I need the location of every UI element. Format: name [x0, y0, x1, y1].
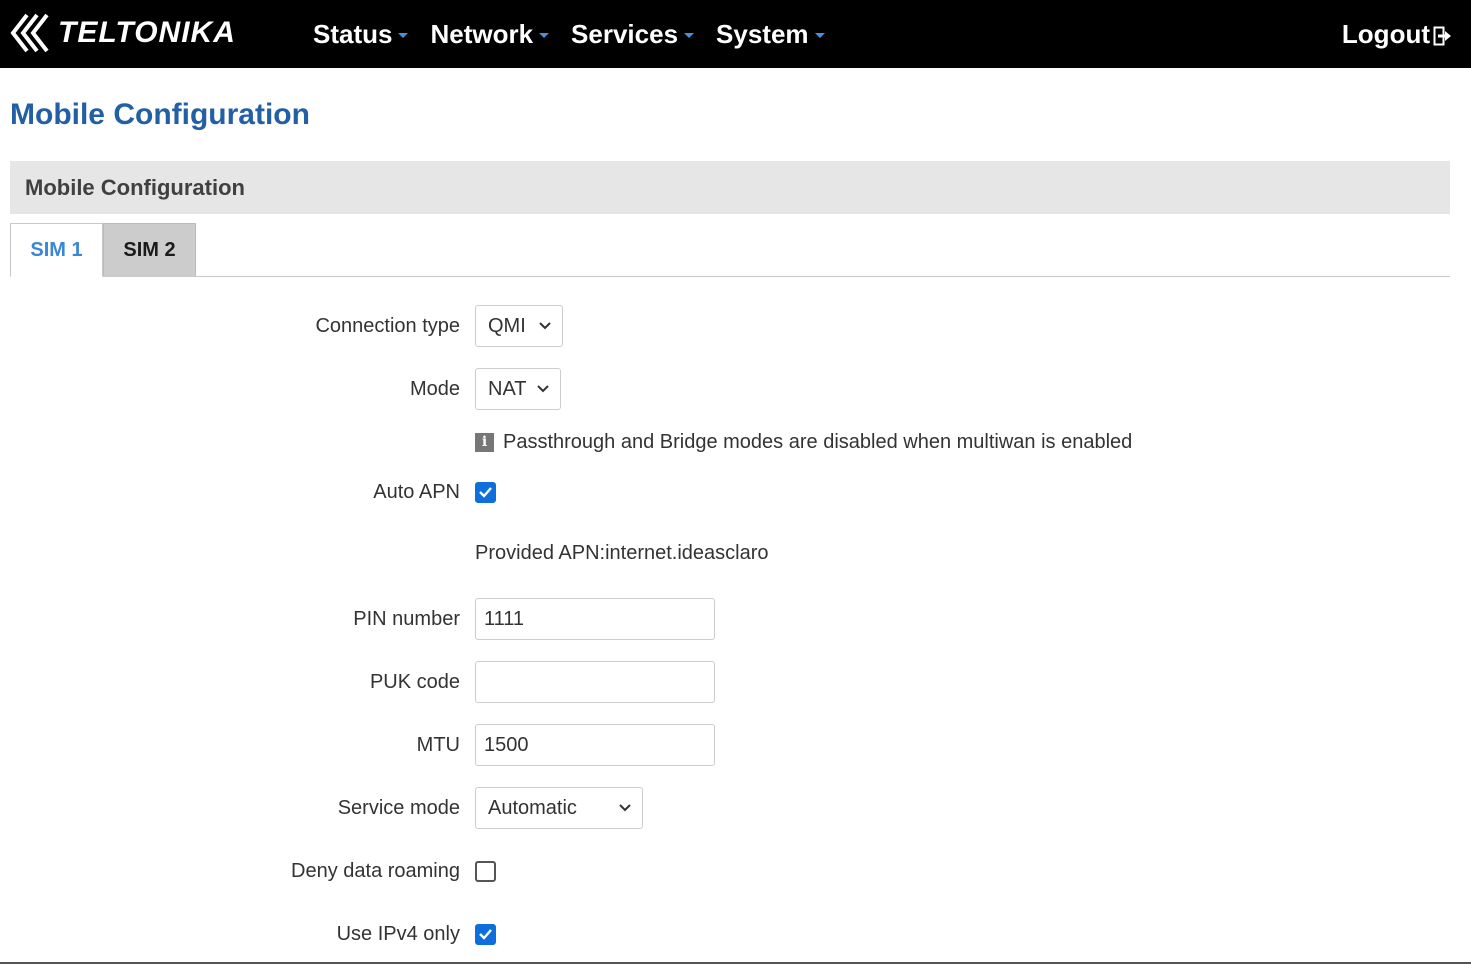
ipv4-only-checkbox[interactable] [475, 923, 496, 945]
mode-row: Mode NAT [0, 368, 1471, 410]
main-nav: Status Network Services System [302, 0, 836, 68]
page-title: Mobile Configuration [10, 98, 310, 131]
mode-select[interactable]: NAT [475, 368, 561, 410]
connection-type-row: Connection type QMI [0, 305, 1471, 347]
nav-system[interactable]: System [716, 19, 825, 50]
mode-label: Mode [409, 377, 460, 400]
tab-sim2[interactable]: SIM 2 [103, 223, 196, 276]
nav-status-label: Status [313, 18, 393, 49]
sim-tabs: SIM 1 SIM 2 [10, 223, 1450, 277]
provided-apn-text: Provided APN:internet.ideasclaro [475, 542, 769, 564]
service-mode-value: Automatic [488, 796, 577, 819]
caret-down-icon [398, 32, 409, 38]
service-mode-label: Service mode [337, 796, 460, 819]
service-mode-row: Service mode Automatic [0, 787, 1471, 829]
mode-value: NAT [488, 377, 527, 400]
connection-type-label: Connection type [315, 314, 460, 337]
nav-network-label: Network [430, 18, 534, 49]
auto-apn-label: Auto APN [373, 480, 460, 503]
brand-logo[interactable]: TELTONIKA [10, 10, 236, 56]
checkmark-icon [479, 487, 492, 498]
mtu-label: MTU [416, 733, 460, 756]
deny-roaming-label: Deny data roaming [291, 859, 460, 882]
nav-system-label: System [716, 18, 809, 49]
tab-sim1[interactable]: SIM 1 [10, 223, 103, 277]
pin-number-label: PIN number [353, 607, 460, 630]
puk-code-input[interactable] [475, 661, 715, 703]
mtu-row: MTU [0, 724, 1471, 766]
ipv4-only-row: Use IPv4 only [0, 913, 1471, 955]
chevron-down-icon [619, 804, 631, 812]
checkmark-icon [479, 929, 492, 940]
connection-type-select[interactable]: QMI [475, 305, 563, 347]
pin-number-row: PIN number [0, 598, 1471, 640]
mtu-input[interactable] [475, 724, 715, 766]
auto-apn-checkbox[interactable] [475, 481, 496, 503]
info-icon: i [475, 432, 494, 452]
connection-type-value: QMI [488, 314, 526, 337]
puk-code-label: PUK code [369, 670, 460, 693]
pin-number-input[interactable] [475, 598, 715, 640]
deny-roaming-checkbox[interactable] [475, 860, 496, 882]
deny-roaming-row: Deny data roaming [0, 850, 1471, 892]
logout-icon [1433, 26, 1451, 46]
nav-services[interactable]: Services [571, 18, 695, 50]
puk-code-row: PUK code [0, 661, 1471, 703]
logout-button[interactable]: Logout [1342, 0, 1451, 68]
caret-down-icon [684, 32, 695, 38]
section-title: Mobile Configuration [25, 174, 245, 200]
chevron-down-icon [539, 322, 551, 330]
ipv4-only-label: Use IPv4 only [336, 922, 460, 945]
brand-name: TELTONIKA [58, 16, 236, 49]
service-mode-select[interactable]: Automatic [475, 787, 643, 829]
nav-network[interactable]: Network [430, 18, 550, 50]
logout-label: Logout [1341, 18, 1430, 49]
section-header: Mobile Configuration [10, 161, 1450, 214]
mode-info: i Passthrough and Bridge modes are disab… [475, 430, 1132, 454]
top-navbar: TELTONIKA Status Network Services System… [0, 0, 1471, 68]
nav-services-label: Services [571, 18, 679, 49]
auto-apn-row: Auto APN [0, 471, 1471, 513]
teltonika-logo-icon [10, 13, 56, 53]
caret-down-icon [814, 32, 825, 38]
chevron-down-icon [537, 385, 549, 393]
nav-status[interactable]: Status [313, 18, 409, 50]
caret-down-icon [539, 32, 550, 38]
mode-info-text: Passthrough and Bridge modes are disable… [503, 430, 1133, 453]
